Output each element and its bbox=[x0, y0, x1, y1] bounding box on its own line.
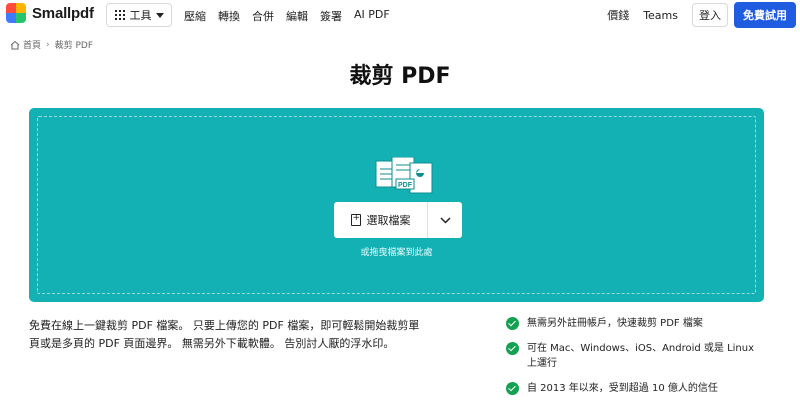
nav-compress[interactable]: 壓縮 bbox=[184, 8, 206, 24]
main-nav: 壓縮 轉換 合併 編輯 簽署 AI PDF bbox=[184, 8, 402, 24]
select-file-button[interactable]: 選取檔案 bbox=[334, 202, 428, 238]
drop-hint: 或拖曳檔案到此處 bbox=[360, 248, 433, 258]
login-button[interactable]: 登入 bbox=[692, 3, 728, 27]
nav-sign[interactable]: 簽署 bbox=[320, 8, 342, 24]
file-add-icon bbox=[350, 213, 361, 226]
feature-text: 無需另外註冊帳戶，快速裁剪 PDF 檔案 bbox=[527, 318, 703, 329]
breadcrumb-home[interactable]: 首頁 bbox=[23, 38, 41, 51]
feature-text: 自 2013 年以來，受到超過 10 億人的信任 bbox=[527, 383, 718, 394]
pdf-badge: PDF bbox=[398, 182, 413, 189]
logo-mark-icon bbox=[6, 3, 26, 23]
breadcrumb-separator: › bbox=[46, 39, 50, 50]
logo-text: Smallpdf bbox=[32, 4, 94, 22]
right-nav: 價錢 Teams 登入 免費試用 bbox=[607, 2, 796, 28]
nav-convert[interactable]: 轉換 bbox=[218, 8, 240, 24]
dropzone-dashed-border: PDF 選取檔案 或拖曳檔案到此處 bbox=[37, 116, 756, 294]
feature-item: 無需另外註冊帳戶，快速裁剪 PDF 檔案 bbox=[506, 316, 756, 331]
free-trial-button[interactable]: 免費試用 bbox=[734, 2, 796, 28]
feature-item: 可在 Mac、Windows、iOS、Android 或是 Linux 上運行 bbox=[506, 341, 756, 371]
feature-item: 自 2013 年以來，受到超過 10 億人的信任 bbox=[506, 381, 756, 396]
check-circle-icon bbox=[506, 382, 519, 395]
breadcrumb: 首頁 › 裁剪 PDF bbox=[10, 38, 93, 51]
nav-merge[interactable]: 合併 bbox=[252, 8, 274, 24]
description-line-1: 免費在線上一鍵裁剪 PDF 檔案。 只要上傳您的 PDF 檔案，即可輕鬆開始裁剪… bbox=[29, 319, 420, 332]
nav-edit[interactable]: 編輯 bbox=[286, 8, 308, 24]
logo[interactable]: Smallpdf bbox=[6, 3, 94, 23]
chevron-down-icon bbox=[439, 216, 451, 224]
feature-list: 無需另外註冊帳戶，快速裁剪 PDF 檔案 可在 Mac、Windows、iOS、… bbox=[506, 316, 756, 406]
select-options-dropdown[interactable] bbox=[428, 202, 462, 238]
nav-teams[interactable]: Teams bbox=[643, 9, 678, 22]
select-file-label: 選取檔案 bbox=[366, 214, 411, 227]
description: 免費在線上一鍵裁剪 PDF 檔案。 只要上傳您的 PDF 檔案，即可輕鬆開始裁剪… bbox=[29, 317, 449, 353]
nav-pricing[interactable]: 價錢 bbox=[607, 7, 629, 23]
chevron-down-icon bbox=[155, 12, 164, 18]
files-illustration-icon: PDF bbox=[375, 157, 433, 194]
check-circle-icon bbox=[506, 317, 519, 330]
page-title: 裁剪 PDF bbox=[349, 64, 451, 89]
description-line-2: 頁或是多頁的 PDF 頁面邊界。 無需另外下載軟體。 告別討人厭的浮水印。 bbox=[29, 337, 395, 350]
select-file-button-group: 選取檔案 bbox=[334, 202, 462, 238]
check-circle-icon bbox=[506, 342, 519, 355]
breadcrumb-current: 裁剪 PDF bbox=[54, 41, 94, 51]
top-navbar: Smallpdf 工具 壓縮 轉換 合併 編輯 簽署 AI PDF 價錢 Tea… bbox=[0, 0, 800, 30]
nav-ai-pdf[interactable]: AI PDF bbox=[354, 8, 390, 24]
home-icon bbox=[10, 40, 20, 49]
tools-menu-button[interactable]: 工具 bbox=[106, 3, 172, 27]
grid-icon bbox=[114, 10, 125, 20]
file-dropzone[interactable]: PDF 選取檔案 或拖曳檔案到此處 bbox=[29, 108, 764, 302]
feature-text: 可在 Mac、Windows、iOS、Android 或是 Linux 上運行 bbox=[527, 343, 755, 369]
tools-label: 工具 bbox=[129, 9, 152, 22]
